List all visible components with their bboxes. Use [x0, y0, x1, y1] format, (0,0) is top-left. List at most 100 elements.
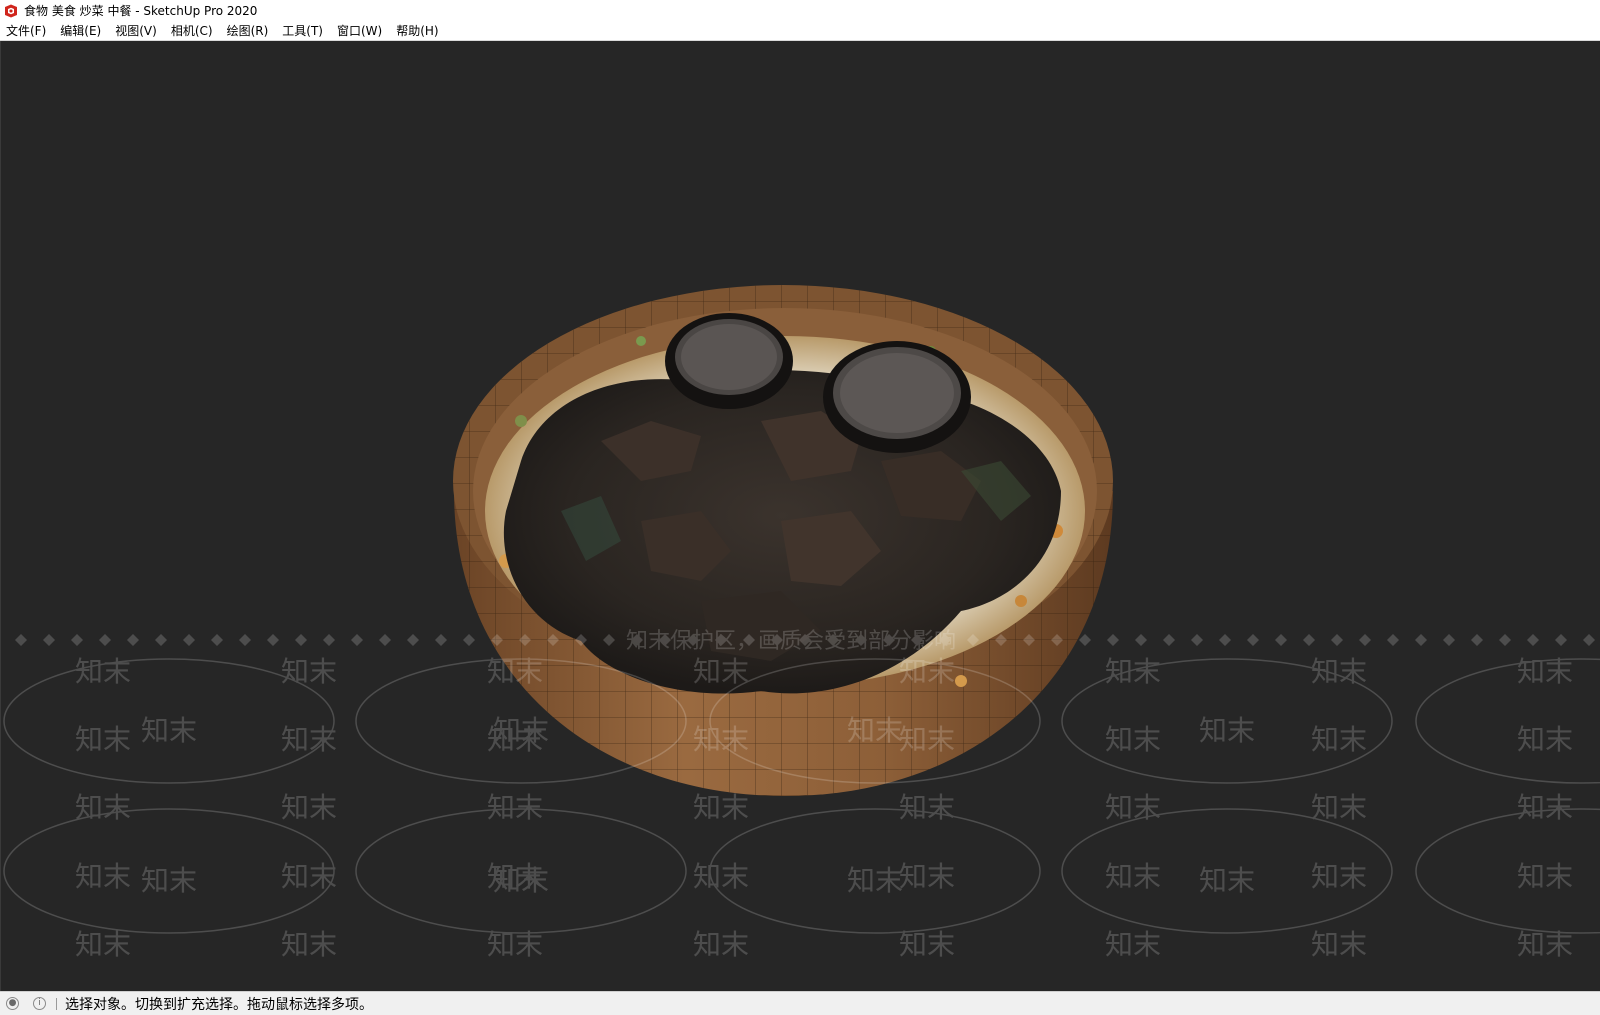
watermark-brand: 知末 [75, 655, 131, 688]
watermark-dot [1443, 634, 1455, 646]
watermark-brand: 知末 [1199, 714, 1255, 747]
watermark-brand: 知末 [693, 723, 749, 756]
viewport-canvas: 知末保护区，画质会受到部分影响知末 知末 知末 知末 知末 知末 知末 知末知末 知末 知末 知末知… [3, 285, 1600, 961]
watermark-dot [1415, 634, 1427, 646]
watermark-brand: 知末 [1517, 860, 1573, 893]
sauce-dish-left[interactable] [665, 313, 793, 409]
watermark-brand: 知末 [487, 928, 543, 961]
watermark-dot [1331, 634, 1343, 646]
watermark-brand: 知末 [75, 791, 131, 824]
menu-window[interactable]: 窗口(W) [330, 21, 389, 41]
watermark-brand: 知末 [281, 655, 337, 688]
watermark-brand: 知末 [693, 791, 749, 824]
window-title: 食物 美食 炒菜 中餐 - SketchUp Pro 2020 [24, 4, 258, 18]
watermark-dot [1583, 634, 1595, 646]
watermark-dot [155, 634, 167, 646]
watermark-brand: 知末 [1311, 655, 1367, 688]
watermark-notice: 知末保护区，画质会受到部分影响 [626, 629, 956, 654]
watermark-dot [15, 634, 27, 646]
watermark-brand: 知末 [493, 864, 549, 897]
watermark-brand: 知末 [899, 928, 955, 961]
menu-edit[interactable]: 编辑(E) [53, 21, 108, 41]
watermark-brand: 知末 [1311, 723, 1367, 756]
watermark-dot [1471, 634, 1483, 646]
menu-draw[interactable]: 绘图(R) [220, 21, 276, 41]
watermark-brand: 知末 [487, 791, 543, 824]
menu-tools[interactable]: 工具(T) [275, 21, 330, 41]
geo-location-icon[interactable]: ● [6, 997, 19, 1010]
watermark-brand: 知末 [1105, 723, 1161, 756]
watermark-brand: 知末 [1105, 860, 1161, 893]
watermark-brand: 知末 [899, 723, 955, 756]
watermark-dot [127, 634, 139, 646]
watermark-brand: 知末 [1517, 655, 1573, 688]
menu-file[interactable]: 文件(F) [0, 21, 53, 41]
watermark-brand: 知末 [493, 714, 549, 747]
watermark-dot [1275, 634, 1287, 646]
watermark-dot [1135, 634, 1147, 646]
watermark-brand: 知末 [899, 791, 955, 824]
watermark-dot [1527, 634, 1539, 646]
menu-help[interactable]: 帮助(H) [389, 21, 445, 41]
sketchup-app-icon[interactable] [4, 4, 18, 18]
watermark-brand: 知末 [487, 655, 543, 688]
status-divider [56, 997, 57, 1010]
watermark-dot [379, 634, 391, 646]
watermark-dot [1191, 634, 1203, 646]
watermark-brand: 知末 [1105, 928, 1161, 961]
menu-camera[interactable]: 相机(C) [164, 21, 220, 41]
watermark-dot [1303, 634, 1315, 646]
info-icon[interactable]: i [33, 997, 46, 1010]
watermark-brand: 知末 [1311, 928, 1367, 961]
watermark-dot [1219, 634, 1231, 646]
watermark-brand: 知末 [1311, 791, 1367, 824]
watermark-dot [1555, 634, 1567, 646]
sauce-dish-right[interactable] [823, 341, 971, 453]
watermark-brand: 知末 [75, 860, 131, 893]
watermark-dot [1499, 634, 1511, 646]
watermark-dot [1359, 634, 1371, 646]
watermark-brand: 知末 [141, 714, 197, 747]
watermark-brand: 知末 [75, 723, 131, 756]
watermark-brand: 知末 [847, 864, 903, 897]
status-bar: ● i 选择对象。切换到扩充选择。拖动鼠标选择多项。 [0, 991, 1600, 1015]
watermark-brand: 知末 [1517, 723, 1573, 756]
watermark-brand: 知末 [75, 928, 131, 961]
watermark-brand: 知末 [281, 928, 337, 961]
watermark-brand: 知末 [1105, 655, 1161, 688]
watermark-brand: 知末 [1517, 928, 1573, 961]
model-viewport[interactable]: 知末保护区，画质会受到部分影响 知末 知末 知末 知末 知末 知末 知末 知末 知末 知末 知末 知末知… [0, 41, 1600, 991]
watermark-brand: 知末 [693, 655, 749, 688]
watermark-dot [1107, 634, 1119, 646]
watermark-dot [295, 634, 307, 646]
watermark-dot [267, 634, 279, 646]
watermark-brand: 知末 [693, 928, 749, 961]
watermark-brand: 知末 [899, 860, 955, 893]
watermark-dot [1163, 634, 1175, 646]
watermark-brand: 知末 [693, 860, 749, 893]
watermark-brand: 知末 [141, 864, 197, 897]
watermark-dot [323, 634, 335, 646]
watermark-dot [463, 634, 475, 646]
watermark-dot [351, 634, 363, 646]
watermark-dot [99, 634, 111, 646]
watermark-dot [1079, 634, 1091, 646]
watermark-brand: 知末 [1105, 791, 1161, 824]
watermark-brand: 知末 [1199, 864, 1255, 897]
watermark-dot [43, 634, 55, 646]
watermark-dot [1247, 634, 1259, 646]
watermark-brand: 知末 [281, 860, 337, 893]
watermark-dot [407, 634, 419, 646]
watermark-brand: 知末 [899, 655, 955, 688]
watermark-dot [1387, 634, 1399, 646]
watermark-brand: 知末 [847, 714, 903, 747]
menu-view[interactable]: 视图(V) [108, 21, 164, 41]
watermark-brand: 知末 [281, 723, 337, 756]
menu-bar: 文件(F) 编辑(E) 视图(V) 相机(C) 绘图(R) 工具(T) 窗口(W… [0, 21, 1600, 41]
title-bar: 食物 美食 炒菜 中餐 - SketchUp Pro 2020 [0, 0, 1600, 21]
watermark-dot [239, 634, 251, 646]
watermark-dot [183, 634, 195, 646]
watermark-brand: 知末 [281, 791, 337, 824]
watermark-dot [435, 634, 447, 646]
watermark-brand: 知末 [1311, 860, 1367, 893]
